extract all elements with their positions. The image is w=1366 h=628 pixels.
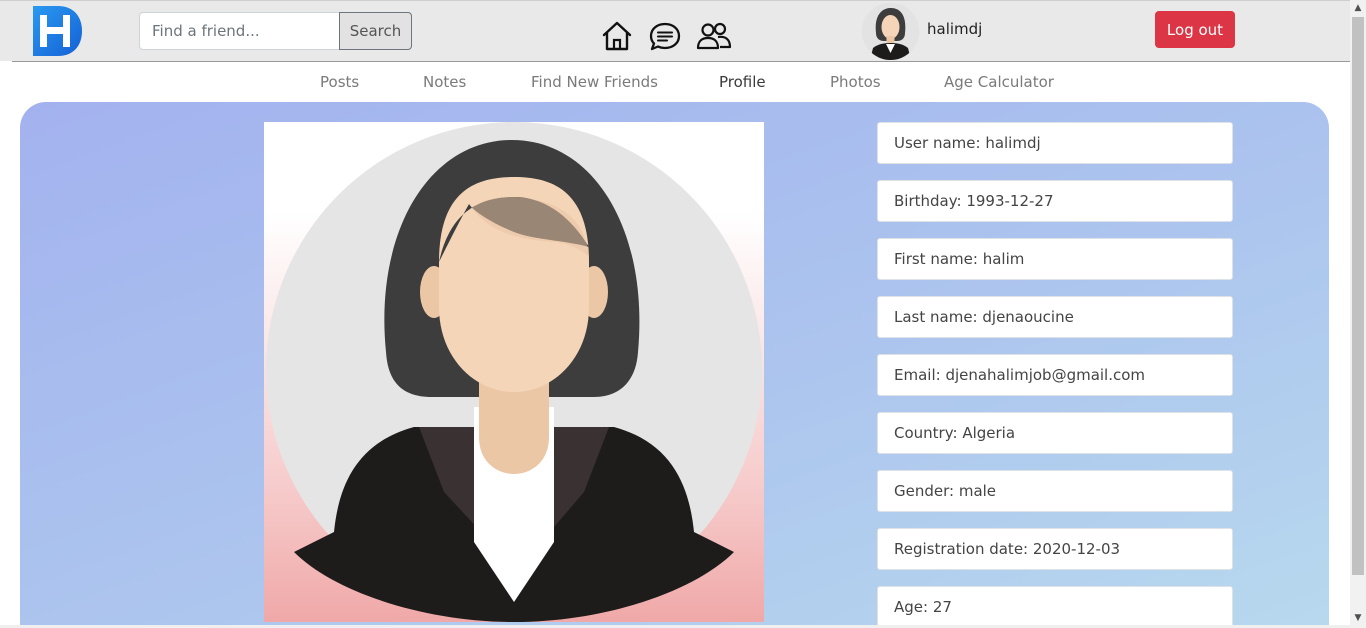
section-nav: Posts Notes Find New Friends Profile Pho… (0, 62, 1350, 102)
username-label[interactable]: halimdj (927, 20, 982, 38)
logout-button[interactable]: Log out (1155, 11, 1235, 48)
info-registration-date: Registration date: 2020-12-03 (877, 528, 1233, 570)
search-button[interactable]: Search (339, 12, 412, 50)
user-avatar[interactable] (862, 3, 919, 60)
nav-link-profile[interactable]: Profile (719, 73, 766, 91)
home-icon[interactable] (600, 20, 634, 52)
scrollbar-thumb[interactable] (1352, 17, 1364, 575)
nav-link-posts[interactable]: Posts (320, 73, 359, 91)
profile-panel: User name: halimdj Birthday: 1993-12-27 … (20, 102, 1329, 628)
scroll-down-icon[interactable]: ▼ (1350, 610, 1366, 626)
info-first-name: First name: halim (877, 238, 1233, 280)
nav-link-age-calculator[interactable]: Age Calculator (944, 73, 1054, 91)
friends-icon[interactable] (696, 22, 732, 50)
nav-link-photos[interactable]: Photos (830, 73, 881, 91)
info-username: User name: halimdj (877, 122, 1233, 164)
search-input[interactable] (139, 12, 340, 50)
nav-link-find-new-friends[interactable]: Find New Friends (531, 73, 658, 91)
info-gender: Gender: male (877, 470, 1233, 512)
info-country: Country: Algeria (877, 412, 1233, 454)
chat-icon[interactable] (648, 21, 682, 53)
scroll-up-icon[interactable]: ▲ (1350, 0, 1366, 16)
nav-link-notes[interactable]: Notes (423, 73, 466, 91)
info-age: Age: 27 (877, 586, 1233, 628)
info-last-name: Last name: djenaoucine (877, 296, 1233, 338)
info-email: Email: djenahalimjob@gmail.com (877, 354, 1233, 396)
top-navbar: Search halimdj Log out (0, 0, 1350, 61)
info-birthday: Birthday: 1993-12-27 (877, 180, 1233, 222)
logo-icon[interactable] (31, 5, 83, 57)
profile-picture (264, 122, 764, 622)
